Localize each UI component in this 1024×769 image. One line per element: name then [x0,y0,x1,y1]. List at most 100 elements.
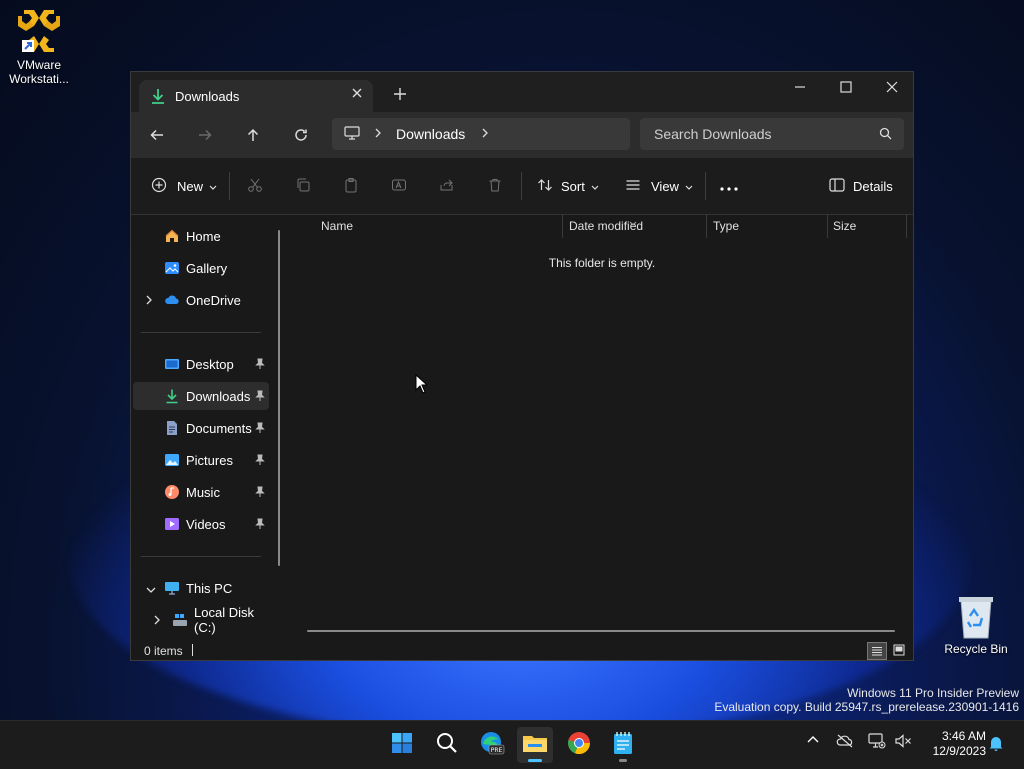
search-input[interactable]: Search Downloads [654,126,772,142]
large-icons-view-button[interactable] [891,642,907,658]
copy-button[interactable] [295,172,311,200]
column-divider[interactable] [706,214,707,238]
close-tab-icon[interactable] [351,86,363,104]
sidebar-item-downloads[interactable]: Downloads [133,382,269,410]
close-window-button[interactable] [869,72,915,102]
pin-icon[interactable] [255,454,265,469]
back-button[interactable] [143,122,171,148]
chevron-down-icon [685,179,693,194]
sidebar-item-label: Downloads [186,388,251,404]
desktop-icon-recycle-bin[interactable]: Recycle Bin [940,594,1012,656]
file-list: Name Date modified Type Size This folder… [289,214,911,632]
volume-tray-button[interactable] [894,733,912,754]
sidebar-item-music[interactable]: Music [133,478,269,506]
sidebar-item-label: This PC [186,580,233,596]
sort-icon [537,177,553,196]
sidebar-item-desktop[interactable]: Desktop [133,350,269,378]
sidebar-item-label: Gallery [186,260,228,276]
rename-button[interactable] [391,172,407,200]
sidebar-divider [141,332,261,333]
sidebar-item-videos[interactable]: Videos [133,510,269,538]
chevron-right-icon[interactable] [145,294,153,309]
sidebar-item-gallery[interactable]: Gallery [133,254,269,282]
sidebar-item-pictures[interactable]: Pictures [133,446,269,474]
breadcrumb-downloads[interactable]: Downloads [396,126,465,142]
notifications-button[interactable] [988,735,1004,756]
chevron-down-icon [591,179,599,194]
column-divider[interactable] [562,214,563,238]
system-clock[interactable]: 3:46 AM 12/9/2023 [920,729,986,759]
more-options-button[interactable] [719,172,739,200]
gallery-icon [164,260,180,276]
sidebar-item-documents[interactable]: Documents [133,414,269,442]
view-label: View [651,178,679,194]
home-icon [164,228,180,244]
taskbar: PRE 3:46 AM 12/9/2023 [0,720,1024,769]
column-divider[interactable] [906,214,907,238]
desktop-icon [164,356,180,372]
show-hidden-icons-button[interactable] [806,733,820,752]
clock-date: 12/9/2023 [932,744,986,758]
new-button[interactable]: New [151,172,217,200]
sort-label: Sort [561,178,585,194]
sidebar-item-onedrive[interactable]: OneDrive [133,286,269,314]
view-button[interactable]: View [625,172,693,200]
pin-icon[interactable] [255,422,265,437]
refresh-button[interactable] [287,122,315,148]
pin-icon[interactable] [255,518,265,533]
pin-icon[interactable] [255,358,265,373]
chevron-right-icon[interactable] [374,126,382,142]
start-button[interactable] [384,727,420,763]
column-header-size[interactable]: Size [833,214,856,238]
share-button[interactable] [439,172,455,200]
documents-icon [164,420,180,436]
paste-button[interactable] [343,172,359,200]
column-header-type[interactable]: Type [713,214,739,238]
cut-button[interactable] [247,172,263,200]
sidebar-item-label: Pictures [186,452,233,468]
minimize-button[interactable] [777,72,823,102]
address-bar[interactable]: Downloads [332,118,630,150]
chevron-right-icon[interactable] [153,614,161,629]
desktop-icon-vmware[interactable]: VMware Workstati... [4,6,74,86]
forward-button[interactable] [191,122,219,148]
taskbar-search-button[interactable] [429,727,465,763]
onedrive-icon [164,292,180,308]
network-tray-button[interactable] [868,733,886,754]
column-divider[interactable] [827,214,828,238]
sidebar-scrollbar[interactable] [278,230,280,566]
sort-button[interactable]: Sort [537,172,599,200]
up-button[interactable] [239,122,267,148]
command-bar: New Sort View Details [131,158,913,215]
chevron-down-icon[interactable] [145,582,157,597]
bell-icon [988,737,1004,755]
delete-button[interactable] [487,172,503,200]
chevron-right-icon[interactable] [481,126,489,142]
details-view-button[interactable] [867,642,887,660]
tab-downloads[interactable]: Downloads [139,80,373,112]
sidebar-item-local-disk[interactable]: Local Disk (C:) [133,605,269,635]
file-explorer-icon [522,732,548,759]
details-pane-button[interactable]: Details [829,172,893,200]
toolbar-divider [705,172,706,200]
toolbar-divider [521,172,522,200]
chrome-icon [567,731,591,760]
pc-icon[interactable] [344,125,360,143]
taskbar-edge-button[interactable]: PRE [474,727,510,763]
sidebar-item-home[interactable]: Home [133,222,269,250]
onedrive-tray-button[interactable] [836,733,854,754]
sidebar-item-this-pc[interactable]: This PC [133,574,269,602]
details-pane-icon [829,177,845,195]
pin-icon[interactable] [255,390,265,405]
taskbar-notepad-button[interactable] [605,727,641,763]
pin-icon[interactable] [255,486,265,501]
new-tab-button[interactable] [393,84,407,107]
maximize-button[interactable] [823,72,869,102]
title-bar[interactable]: Downloads [131,72,913,112]
taskbar-file-explorer-button[interactable] [517,727,553,763]
taskbar-chrome-button[interactable] [561,727,597,763]
search-box[interactable]: Search Downloads [640,118,904,150]
edge-pre-icon: PRE [479,730,505,761]
more-icon [720,179,738,194]
column-header-name[interactable]: Name [321,214,353,238]
